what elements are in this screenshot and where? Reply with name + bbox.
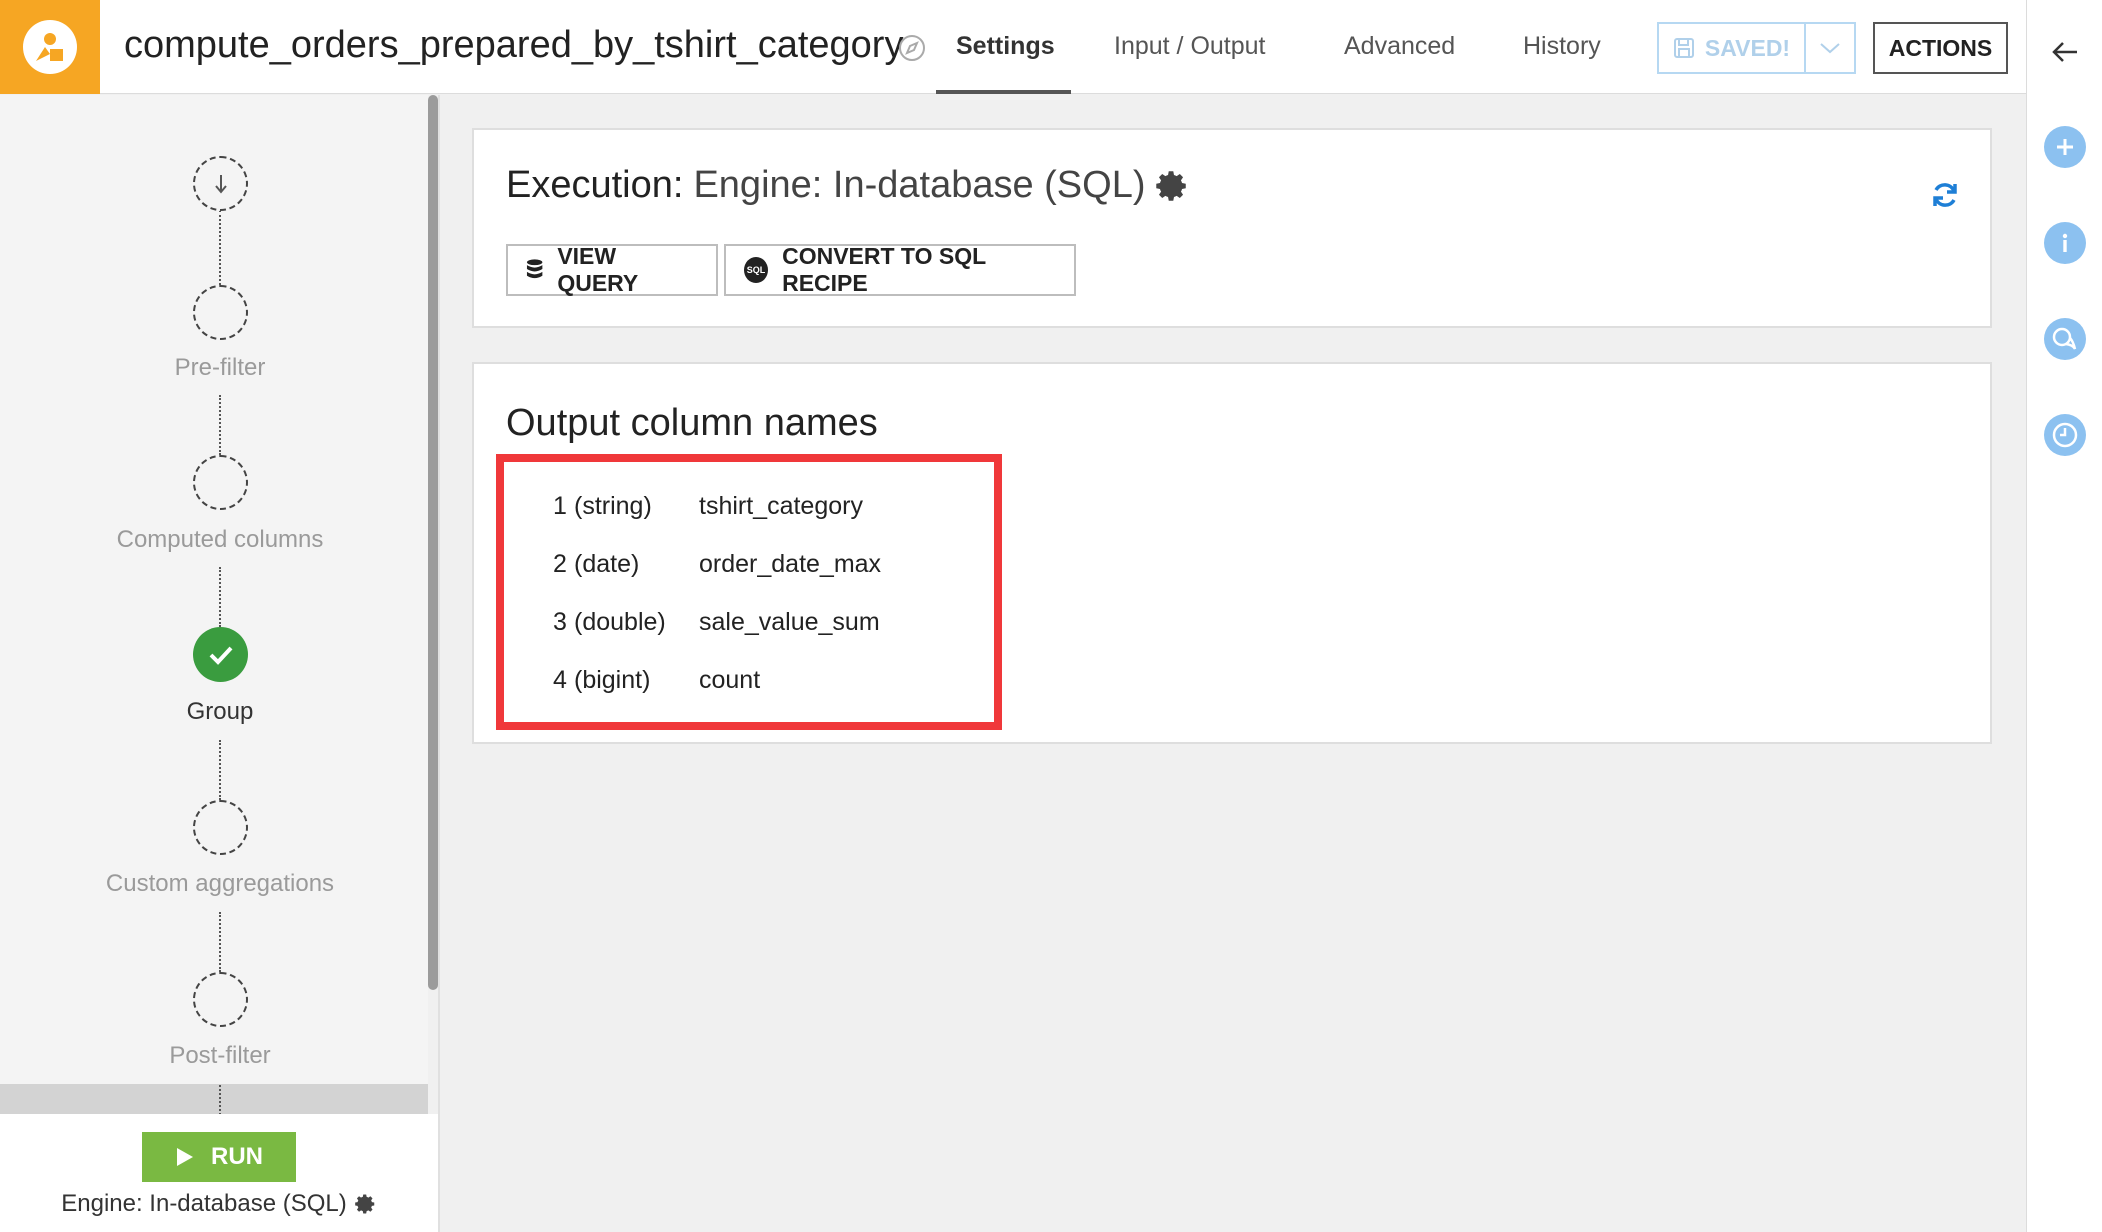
column-name: sale_value_sum — [699, 608, 880, 636]
step-connector — [219, 740, 221, 800]
sql-badge-icon: SQL — [744, 257, 769, 283]
step-connector — [219, 395, 221, 455]
recipe-type-logo[interactable] — [0, 0, 100, 94]
arrow-left-icon[interactable] — [2049, 36, 2081, 68]
step-label-group[interactable]: Group — [0, 698, 440, 726]
step-connector — [219, 210, 221, 285]
view-query-button[interactable]: VIEW QUERY — [506, 243, 718, 296]
view-query-label: VIEW QUERY — [557, 243, 639, 296]
actions-button[interactable]: ACTIONS — [1873, 22, 2008, 74]
step-label-computed-columns[interactable]: Computed columns — [0, 526, 440, 554]
step-label-post-filter[interactable]: Post-filter — [0, 1042, 440, 1070]
step-connector — [219, 912, 221, 972]
tab-history[interactable]: History — [1523, 32, 1601, 61]
step-post-filter[interactable] — [193, 972, 248, 1027]
tab-settings[interactable]: Settings — [956, 32, 1055, 61]
column-index: 2 — [553, 550, 567, 578]
gear-icon[interactable] — [1155, 169, 1190, 203]
save-options-dropdown[interactable] — [1806, 22, 1856, 74]
refresh-icon[interactable] — [1930, 180, 1960, 210]
output-column-row: 3 (double) sale_value_sum — [546, 608, 880, 637]
column-index: 1 — [553, 492, 567, 520]
floppy-disk-icon — [1673, 38, 1694, 58]
group-recipe-icon — [23, 20, 77, 74]
sidebar-scrollbar[interactable] — [428, 95, 438, 990]
run-button[interactable]: RUN — [142, 1132, 296, 1182]
column-name: tshirt_category — [699, 492, 863, 520]
execution-card: Execution: Engine: In-database (SQL) VIE… — [472, 128, 1992, 328]
clock-icon[interactable] — [2044, 414, 2086, 456]
column-type: (string) — [574, 492, 652, 520]
save-button-label: SAVED! — [1704, 34, 1791, 61]
run-button-label: RUN — [211, 1143, 263, 1170]
right-rail — [2026, 0, 2102, 1232]
column-index: 3 — [553, 608, 567, 636]
output-columns-title: Output column names — [506, 402, 878, 444]
column-index: 4 — [553, 666, 567, 694]
execution-title: Execution: Engine: In-database (SQL) — [506, 164, 1190, 207]
step-group[interactable] — [193, 627, 248, 682]
column-type: (double) — [574, 608, 666, 636]
step-connector — [219, 567, 221, 627]
arrow-down-icon — [214, 174, 227, 194]
save-button[interactable]: SAVED! — [1657, 22, 1806, 74]
play-icon — [177, 1148, 193, 1166]
step-connector — [219, 1085, 221, 1115]
column-name: count — [699, 666, 761, 694]
step-custom-aggregations[interactable] — [193, 800, 248, 855]
tab-advanced[interactable]: Advanced — [1344, 32, 1455, 61]
database-icon — [526, 259, 543, 279]
engine-label: Engine: In-database (SQL) — [61, 1190, 347, 1217]
column-name: order_date_max — [699, 550, 882, 578]
output-column-row: 4 (bigint) count — [546, 666, 760, 695]
checkmark-icon — [209, 646, 232, 665]
sidebar-scroll-band — [0, 1084, 428, 1114]
info-icon[interactable] — [2044, 222, 2086, 264]
execution-engine-name[interactable]: Engine: In-database (SQL) — [693, 164, 1145, 207]
discussion-icon[interactable] — [2044, 318, 2086, 360]
recipe-name[interactable]: compute_orders_prepared_by_tshirt_catego… — [124, 24, 903, 67]
column-type: (date) — [574, 550, 640, 578]
plus-icon[interactable] — [2044, 126, 2086, 168]
chevron-down-icon — [1820, 43, 1840, 54]
tab-input-output[interactable]: Input / Output — [1114, 32, 1266, 61]
step-computed-columns[interactable] — [193, 455, 248, 510]
convert-label: CONVERT TO SQL RECIPE — [782, 243, 986, 296]
sidebar-footer: RUN Engine: In-database (SQL) — [0, 1114, 438, 1232]
step-label-pre-filter[interactable]: Pre-filter — [0, 354, 440, 382]
sidebar-divider — [438, 95, 440, 1232]
engine-selector[interactable]: Engine: In-database (SQL) — [0, 1190, 438, 1218]
step-label-custom-aggregations[interactable]: Custom aggregations — [0, 870, 440, 898]
execution-title-prefix: Execution: — [506, 164, 684, 206]
compass-icon[interactable] — [898, 34, 926, 62]
column-type: (bigint) — [574, 666, 651, 694]
step-pre-filter[interactable] — [193, 285, 248, 340]
top-bar: compute_orders_prepared_by_tshirt_catego… — [0, 0, 2026, 94]
step-input[interactable] — [193, 156, 248, 211]
active-tab-indicator — [936, 90, 1071, 94]
output-column-row: 1 (string) tshirt_category — [546, 492, 863, 521]
output-column-row: 2 (date) order_date_max — [546, 550, 881, 579]
convert-to-sql-recipe-button[interactable]: SQL CONVERT TO SQL RECIPE — [724, 243, 1076, 296]
gear-icon[interactable] — [354, 1193, 377, 1215]
